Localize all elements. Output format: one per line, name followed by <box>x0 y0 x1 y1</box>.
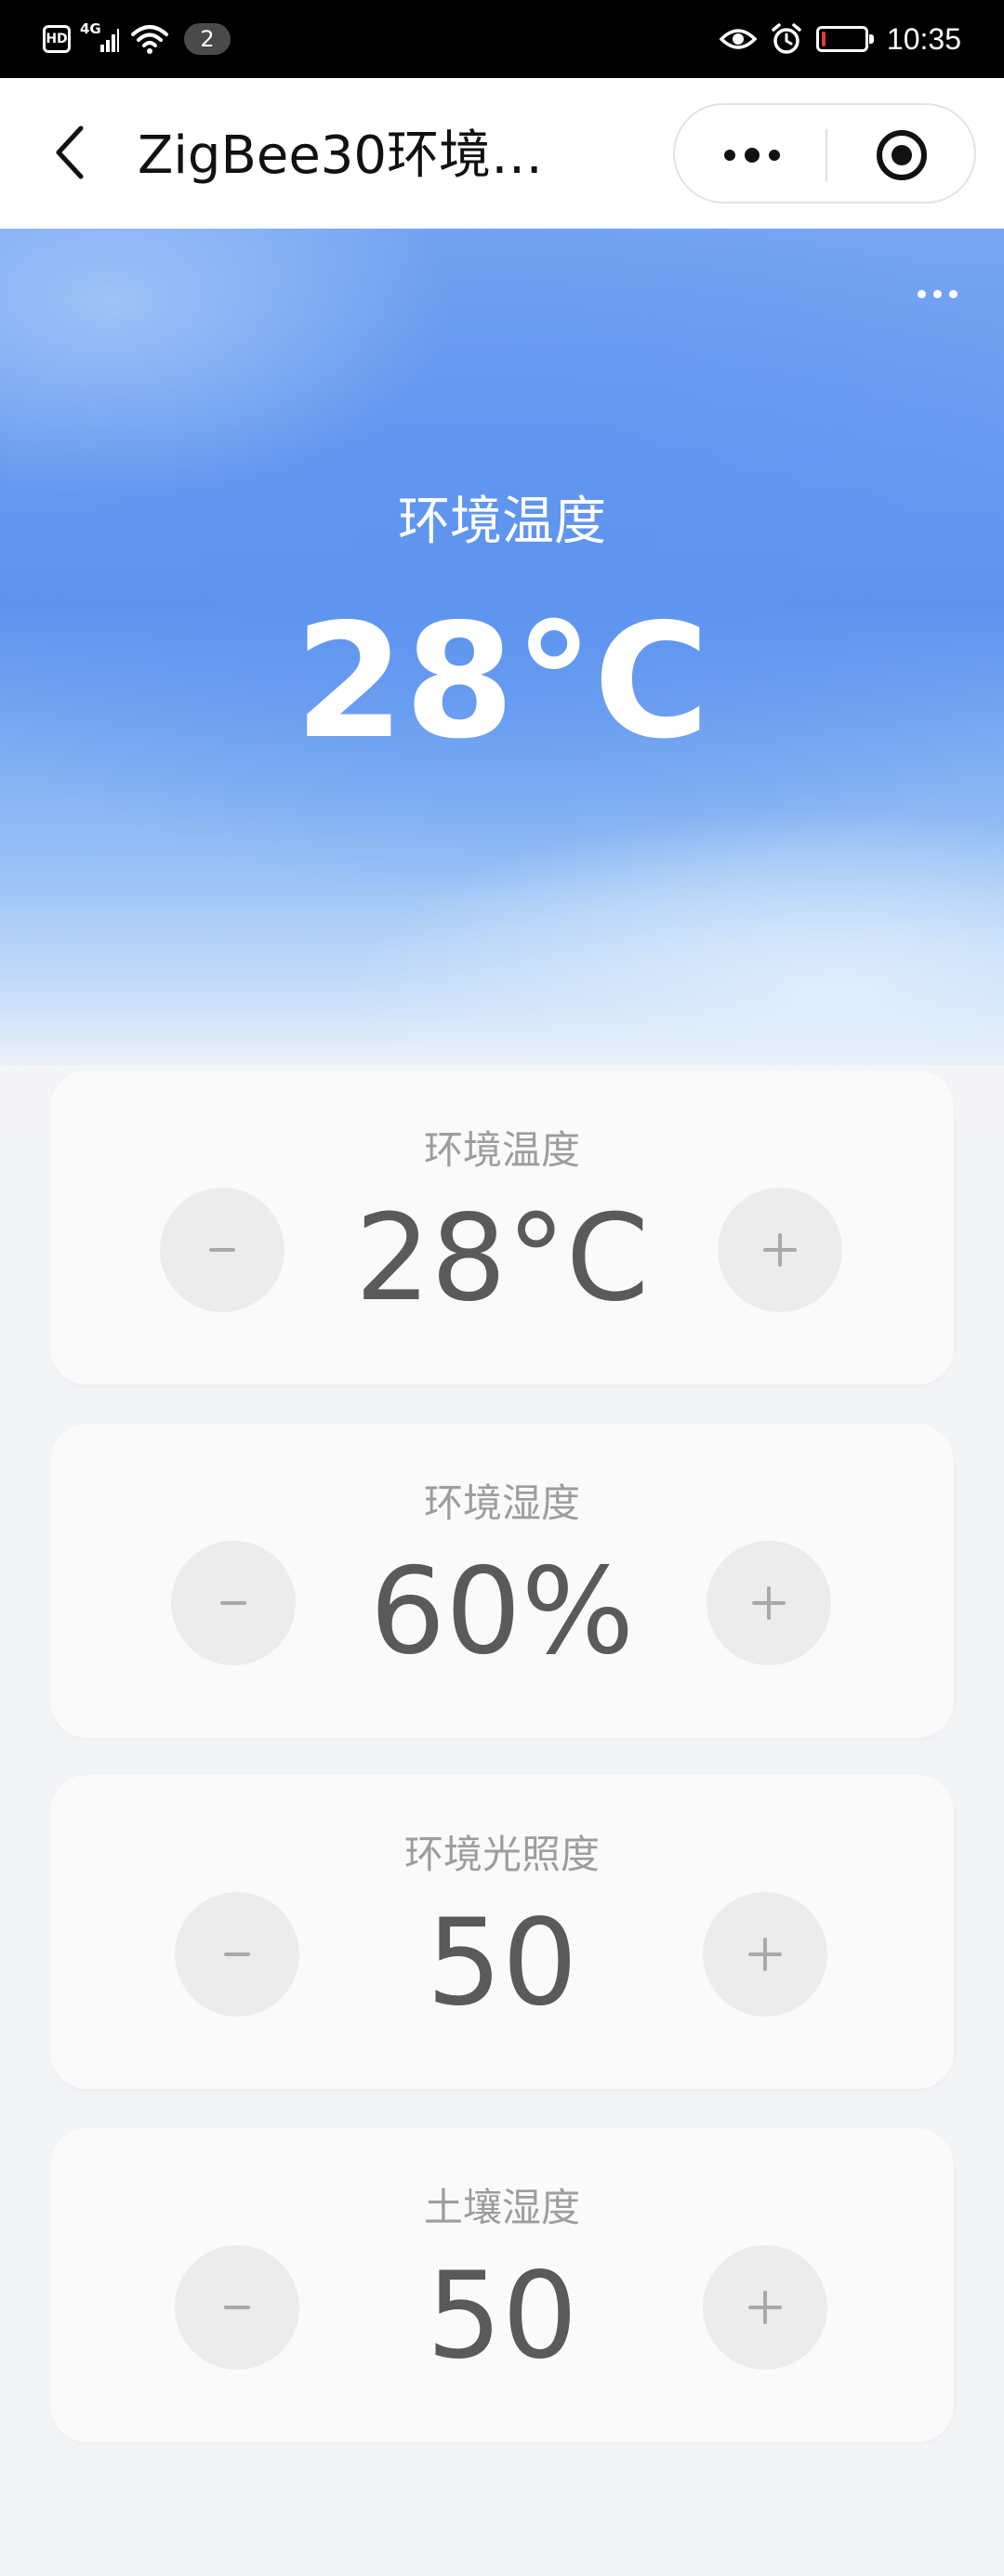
mini-program-nav-bar: ZigBee30环境… <box>0 78 1004 229</box>
hero-value: 28°C <box>294 590 710 774</box>
status-bar-left: HD 4G 2 <box>43 19 231 59</box>
capsule-more-button[interactable] <box>694 118 811 192</box>
increase-button[interactable] <box>703 1892 827 2017</box>
back-arrow-icon <box>56 125 84 179</box>
more-dots-icon-right <box>769 150 780 161</box>
sensor-card-temperature: 环境温度 28°C <box>50 1071 954 1385</box>
more-dots-icon <box>724 150 735 161</box>
plus-icon <box>763 1233 797 1267</box>
notification-count-badge: 2 <box>184 23 231 55</box>
more-dots-icon-right <box>948 289 958 298</box>
sensor-card-humidity: 环境湿度 60% <box>50 1424 954 1738</box>
increase-button[interactable] <box>703 2245 827 2370</box>
card-label: 土壤湿度 <box>423 2185 580 2230</box>
status-bar: HD 4G 2 10:35 <box>0 0 1004 78</box>
battery-icon <box>815 26 874 52</box>
increase-button[interactable] <box>707 1541 831 1665</box>
more-dots-icon <box>917 289 926 298</box>
alarm-icon <box>772 23 801 54</box>
back-button[interactable] <box>37 115 102 190</box>
plus-icon <box>748 1938 782 1971</box>
plus-icon <box>748 2291 782 2324</box>
capsule-close-button[interactable] <box>846 120 958 191</box>
hero-banner: 环境温度 28°C <box>0 229 1004 1065</box>
card-label: 环境湿度 <box>423 1480 580 1526</box>
increase-button[interactable] <box>718 1188 842 1312</box>
more-dots-icon-center <box>745 148 760 163</box>
status-time: 10:35 <box>886 21 961 56</box>
more-dots-icon-center <box>932 289 942 298</box>
card-label: 环境温度 <box>423 1127 580 1173</box>
eye-icon <box>719 29 757 49</box>
card-label: 环境光照度 <box>403 1832 600 1877</box>
sensor-card-soil-humidity: 土壤湿度 50 <box>50 2128 954 2442</box>
hero-label: 环境温度 <box>398 492 606 552</box>
target-icon <box>877 130 927 180</box>
page-title: ZigBee30环境… <box>138 125 544 186</box>
signal-icon: 4G <box>80 20 121 56</box>
hero-more-button[interactable] <box>905 275 969 312</box>
plus-icon <box>752 1586 786 1620</box>
wifi-icon <box>131 25 168 54</box>
sensor-card-illuminance: 环境光照度 50 <box>50 1775 954 2089</box>
battery-level-fill <box>821 32 826 46</box>
capsule-divider <box>826 129 827 181</box>
status-bar-right: 10:35 <box>719 19 961 59</box>
mini-program-capsule <box>673 103 976 204</box>
hd-icon: HD <box>43 25 71 53</box>
